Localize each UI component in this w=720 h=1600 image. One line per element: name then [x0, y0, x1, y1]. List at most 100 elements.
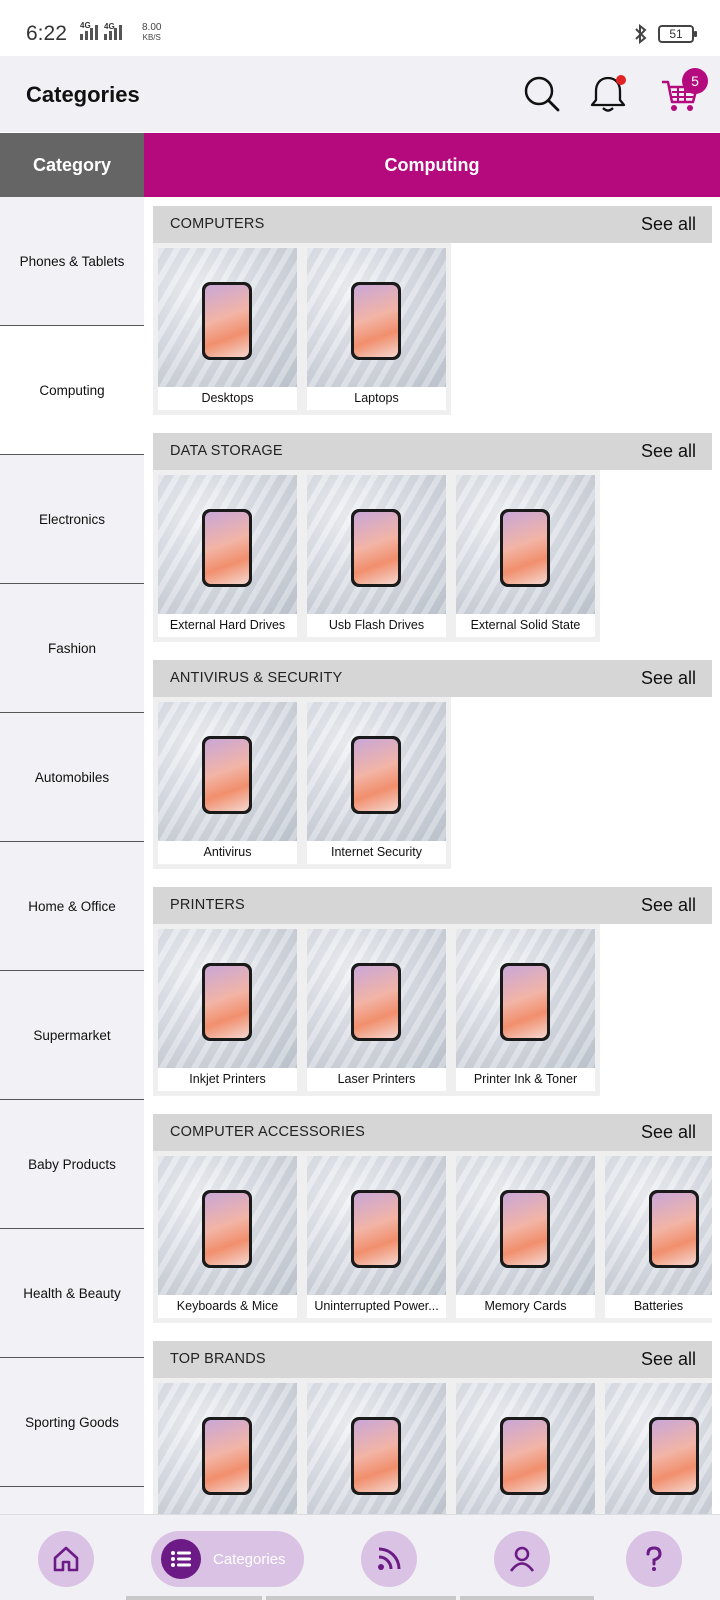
subcategory-card[interactable]: Laptops: [307, 248, 446, 410]
subcategory-card[interactable]: [307, 1383, 446, 1514]
current-category-header: Computing: [144, 133, 720, 197]
phone-image: [202, 1417, 252, 1495]
subcategory-card[interactable]: Inkjet Printers: [158, 929, 297, 1091]
card-row: Desktops Laptops: [153, 243, 712, 419]
nav-categories-button[interactable]: Categories: [151, 1531, 304, 1587]
subcategory-card[interactable]: External Solid State: [456, 475, 595, 637]
phone-image: [500, 1417, 550, 1495]
nav-help-button[interactable]: [626, 1531, 682, 1587]
subcategory-card[interactable]: Laser Printers: [307, 929, 446, 1091]
subcategory-card[interactable]: External Hard Drives: [158, 475, 297, 637]
gesture-bar-segment: [126, 1596, 262, 1600]
product-thumbnail: [158, 475, 297, 614]
section-header: COMPUTER ACCESSORIES See all: [153, 1114, 712, 1151]
product-thumbnail: [605, 1383, 712, 1514]
sidebar-item[interactable]: Phones & Tablets: [0, 197, 144, 326]
notification-bell-icon[interactable]: [588, 74, 628, 114]
section-title: TOP BRANDS: [170, 1351, 266, 1367]
sidebar-item[interactable]: Health & Beauty: [0, 1229, 144, 1358]
product-thumbnail: [307, 248, 446, 387]
network-type-2: 4G: [104, 22, 115, 31]
product-thumbnail: [158, 929, 297, 1068]
product-thumbnail: [158, 248, 297, 387]
subcategory-card[interactable]: Keyboards & Mice: [158, 1156, 297, 1318]
see-all-link[interactable]: See all: [641, 1122, 696, 1143]
signal-icon-2: 4G: [104, 22, 122, 40]
card-label: Keyboards & Mice: [176, 1299, 279, 1313]
subcategory-card[interactable]: Memory Cards: [456, 1156, 595, 1318]
sidebar-item[interactable]: Supermarket: [0, 971, 144, 1100]
card-label: Laptops: [354, 391, 399, 405]
product-thumbnail: [307, 475, 446, 614]
phone-image: [351, 1417, 401, 1495]
product-thumbnail: [158, 1156, 297, 1295]
product-thumbnail: [456, 929, 595, 1068]
phone-image: [202, 1190, 252, 1268]
product-thumbnail: [605, 1156, 712, 1295]
see-all-link[interactable]: See all: [641, 668, 696, 689]
product-thumbnail: [307, 1156, 446, 1295]
subcategory-card[interactable]: Usb Flash Drives: [307, 475, 446, 637]
subcategory-card[interactable]: [158, 1383, 297, 1514]
see-all-link[interactable]: See all: [641, 441, 696, 462]
phone-image: [202, 509, 252, 587]
subcategory-section: COMPUTER ACCESSORIES See all Keyboards & M…: [153, 1114, 712, 1327]
phone-image: [649, 1417, 699, 1495]
card-row: Inkjet Printers Laser Printers Printer Ink…: [153, 924, 712, 1100]
status-time: 6:22: [26, 22, 67, 45]
subcategory-card[interactable]: [456, 1383, 595, 1514]
see-all-link[interactable]: See all: [641, 895, 696, 916]
category-tab[interactable]: Category: [0, 133, 144, 197]
card-label: External Solid State: [470, 618, 581, 632]
card-label: Usb Flash Drives: [328, 618, 425, 632]
subcategory-card[interactable]: Internet Security: [307, 702, 446, 864]
phone-image: [351, 509, 401, 587]
battery-level: 51: [669, 27, 683, 41]
sidebar-item[interactable]: Sporting Goods: [0, 1358, 144, 1487]
gesture-bar-segment: [460, 1596, 594, 1600]
network-speed: 8.00 KB/S: [142, 23, 161, 43]
phone-image: [500, 509, 550, 587]
sidebar-item[interactable]: Baby Products: [0, 1100, 144, 1229]
phone-image: [351, 963, 401, 1041]
subcategory-card[interactable]: Batteries: [605, 1156, 712, 1318]
card-label: Inkjet Printers: [189, 1072, 266, 1086]
signal-group: 4G 4G: [80, 21, 122, 40]
sidebar-item[interactable]: Electronics: [0, 455, 144, 584]
card-row: External Hard Drives Usb Flash Drives Exte…: [153, 470, 712, 646]
sidebar-item[interactable]: Automobiles: [0, 713, 144, 842]
nav-feed-button[interactable]: [361, 1531, 417, 1587]
see-all-link[interactable]: See all: [641, 1349, 696, 1370]
section-header: TOP BRANDS See all: [153, 1341, 712, 1378]
section-header: COMPUTERS See all: [153, 206, 712, 243]
bottom-navigation: Categories: [0, 1514, 720, 1600]
sidebar-item[interactable]: Computing: [0, 326, 144, 455]
subcategory-card[interactable]: Uninterrupted Power...: [307, 1156, 446, 1318]
subcategory-card[interactable]: Desktops: [158, 248, 297, 410]
product-thumbnail: [307, 1383, 446, 1514]
search-icon[interactable]: [522, 74, 562, 114]
help-icon: [646, 1546, 662, 1571]
card-label: Desktops: [201, 391, 254, 405]
page-title: Categories: [26, 82, 140, 107]
card-label: External Hard Drives: [169, 618, 286, 632]
subcategory-card[interactable]: Antivirus: [158, 702, 297, 864]
phone-image: [202, 963, 252, 1041]
sidebar-item[interactable]: Fashion: [0, 584, 144, 713]
feed-icon: [378, 1547, 401, 1570]
gesture-bar-segment: [266, 1596, 456, 1600]
subcategory-section: ANTIVIRUS & SECURITY See all Antivirus Inte…: [153, 660, 712, 873]
subcategory-card[interactable]: [605, 1383, 712, 1514]
subcategory-card[interactable]: Printer Ink & Toner: [456, 929, 595, 1091]
network-type-1: 4G: [80, 21, 91, 30]
subcategory-section: PRINTERS See all Inkjet Printers Laser Prin…: [153, 887, 712, 1100]
category-sidebar: Phones & Tablets Computing Electronics Fash…: [0, 197, 144, 1514]
status-right: 51: [634, 24, 697, 44]
sidebar-item[interactable]: Home & Office: [0, 842, 144, 971]
phone-image: [500, 963, 550, 1041]
see-all-link[interactable]: See all: [641, 214, 696, 235]
phone-image: [351, 1190, 401, 1268]
bluetooth-icon: [635, 24, 647, 44]
nav-account-button[interactable]: [494, 1531, 550, 1587]
nav-home-button[interactable]: [38, 1531, 94, 1587]
